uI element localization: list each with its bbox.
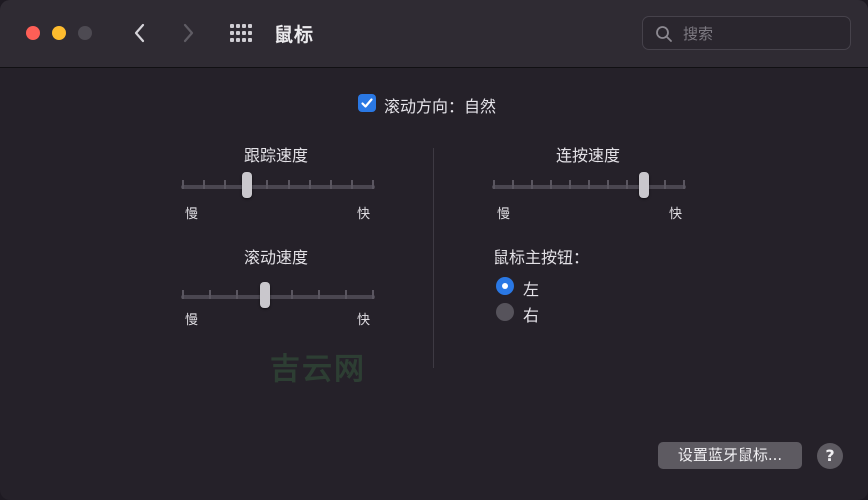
setup-bluetooth-mouse-button[interactable]: 设置蓝牙鼠标... — [658, 442, 802, 469]
slider-knob[interactable] — [639, 172, 649, 198]
slider-tick — [550, 180, 552, 189]
mouse-preferences-window: 鼠标 滚动方向：自然 跟踪速度 慢 快 滚动速度 慢 快 — [0, 0, 868, 500]
slider-tick — [291, 290, 293, 299]
slider-tick — [664, 180, 666, 189]
slider-tick — [607, 180, 609, 189]
radio-left-label: 左 — [523, 280, 540, 299]
zoom-window-button[interactable] — [78, 26, 92, 40]
primary-button-title: 鼠标主按钮： — [493, 248, 590, 267]
content-area: 滚动方向：自然 跟踪速度 慢 快 滚动速度 慢 快 连按速度 慢 快 鼠标主按钮… — [0, 68, 868, 500]
chevron-left-icon — [134, 23, 145, 43]
slider-tick — [345, 290, 347, 299]
slider-tick — [351, 180, 353, 189]
double-click-speed-title: 连按速度 — [556, 146, 621, 165]
grid-icon — [230, 24, 252, 42]
slider-tick — [224, 180, 226, 189]
title-bar: 鼠标 — [0, 0, 868, 68]
slider-tick — [288, 180, 290, 189]
slider-tick — [683, 180, 685, 189]
radio-right[interactable] — [496, 303, 514, 321]
window-title: 鼠标 — [274, 24, 315, 46]
scroll-speed-title: 滚动速度 — [244, 248, 309, 267]
slider-tick — [569, 180, 571, 189]
column-divider — [433, 148, 434, 368]
forward-button[interactable] — [176, 20, 200, 46]
slider-tick — [626, 180, 628, 189]
slider-knob[interactable] — [260, 282, 270, 308]
scroll-direction-label: 滚动方向：自然 — [384, 97, 497, 116]
slider-knob[interactable] — [242, 172, 252, 198]
search-field[interactable] — [642, 16, 851, 50]
search-icon — [656, 26, 672, 42]
slider-tick — [318, 290, 320, 299]
slider-tick — [266, 180, 268, 189]
slider-tick — [372, 290, 374, 299]
slider-tick — [588, 180, 590, 189]
slider-tick — [182, 180, 184, 189]
scroll-speed-min-label: 慢 — [185, 313, 199, 328]
help-button[interactable]: ? — [817, 443, 843, 469]
radio-right-label: 右 — [523, 306, 540, 325]
back-button[interactable] — [128, 20, 152, 46]
slider-tick — [236, 290, 238, 299]
tracking-speed-min-label: 慢 — [185, 207, 199, 222]
search-input[interactable] — [681, 21, 845, 47]
slider-tick — [493, 180, 495, 189]
tracking-speed-slider[interactable] — [181, 171, 375, 201]
slider-tick — [209, 290, 211, 299]
show-all-button[interactable] — [229, 22, 253, 44]
slider-tick — [309, 180, 311, 189]
checkmark-icon — [361, 98, 373, 108]
scroll-direction-checkbox[interactable] — [358, 94, 376, 112]
slider-tick — [203, 180, 205, 189]
double-click-speed-slider[interactable] — [492, 171, 686, 201]
scroll-speed-slider[interactable] — [181, 281, 375, 311]
slider-tick — [512, 180, 514, 189]
radio-left[interactable] — [496, 277, 514, 295]
tracking-speed-title: 跟踪速度 — [244, 146, 309, 165]
slider-track[interactable] — [181, 185, 375, 189]
minimize-window-button[interactable] — [52, 26, 66, 40]
double-click-speed-max-label: 快 — [669, 207, 683, 222]
double-click-speed-min-label: 慢 — [497, 207, 511, 222]
tracking-speed-max-label: 快 — [357, 207, 371, 222]
scroll-speed-max-label: 快 — [357, 313, 371, 328]
slider-tick — [182, 290, 184, 299]
slider-tick — [531, 180, 533, 189]
slider-tick — [330, 180, 332, 189]
slider-tick — [372, 180, 374, 189]
watermark: 吉云网 — [270, 352, 366, 387]
chevron-right-icon — [183, 23, 194, 43]
close-window-button[interactable] — [26, 26, 40, 40]
